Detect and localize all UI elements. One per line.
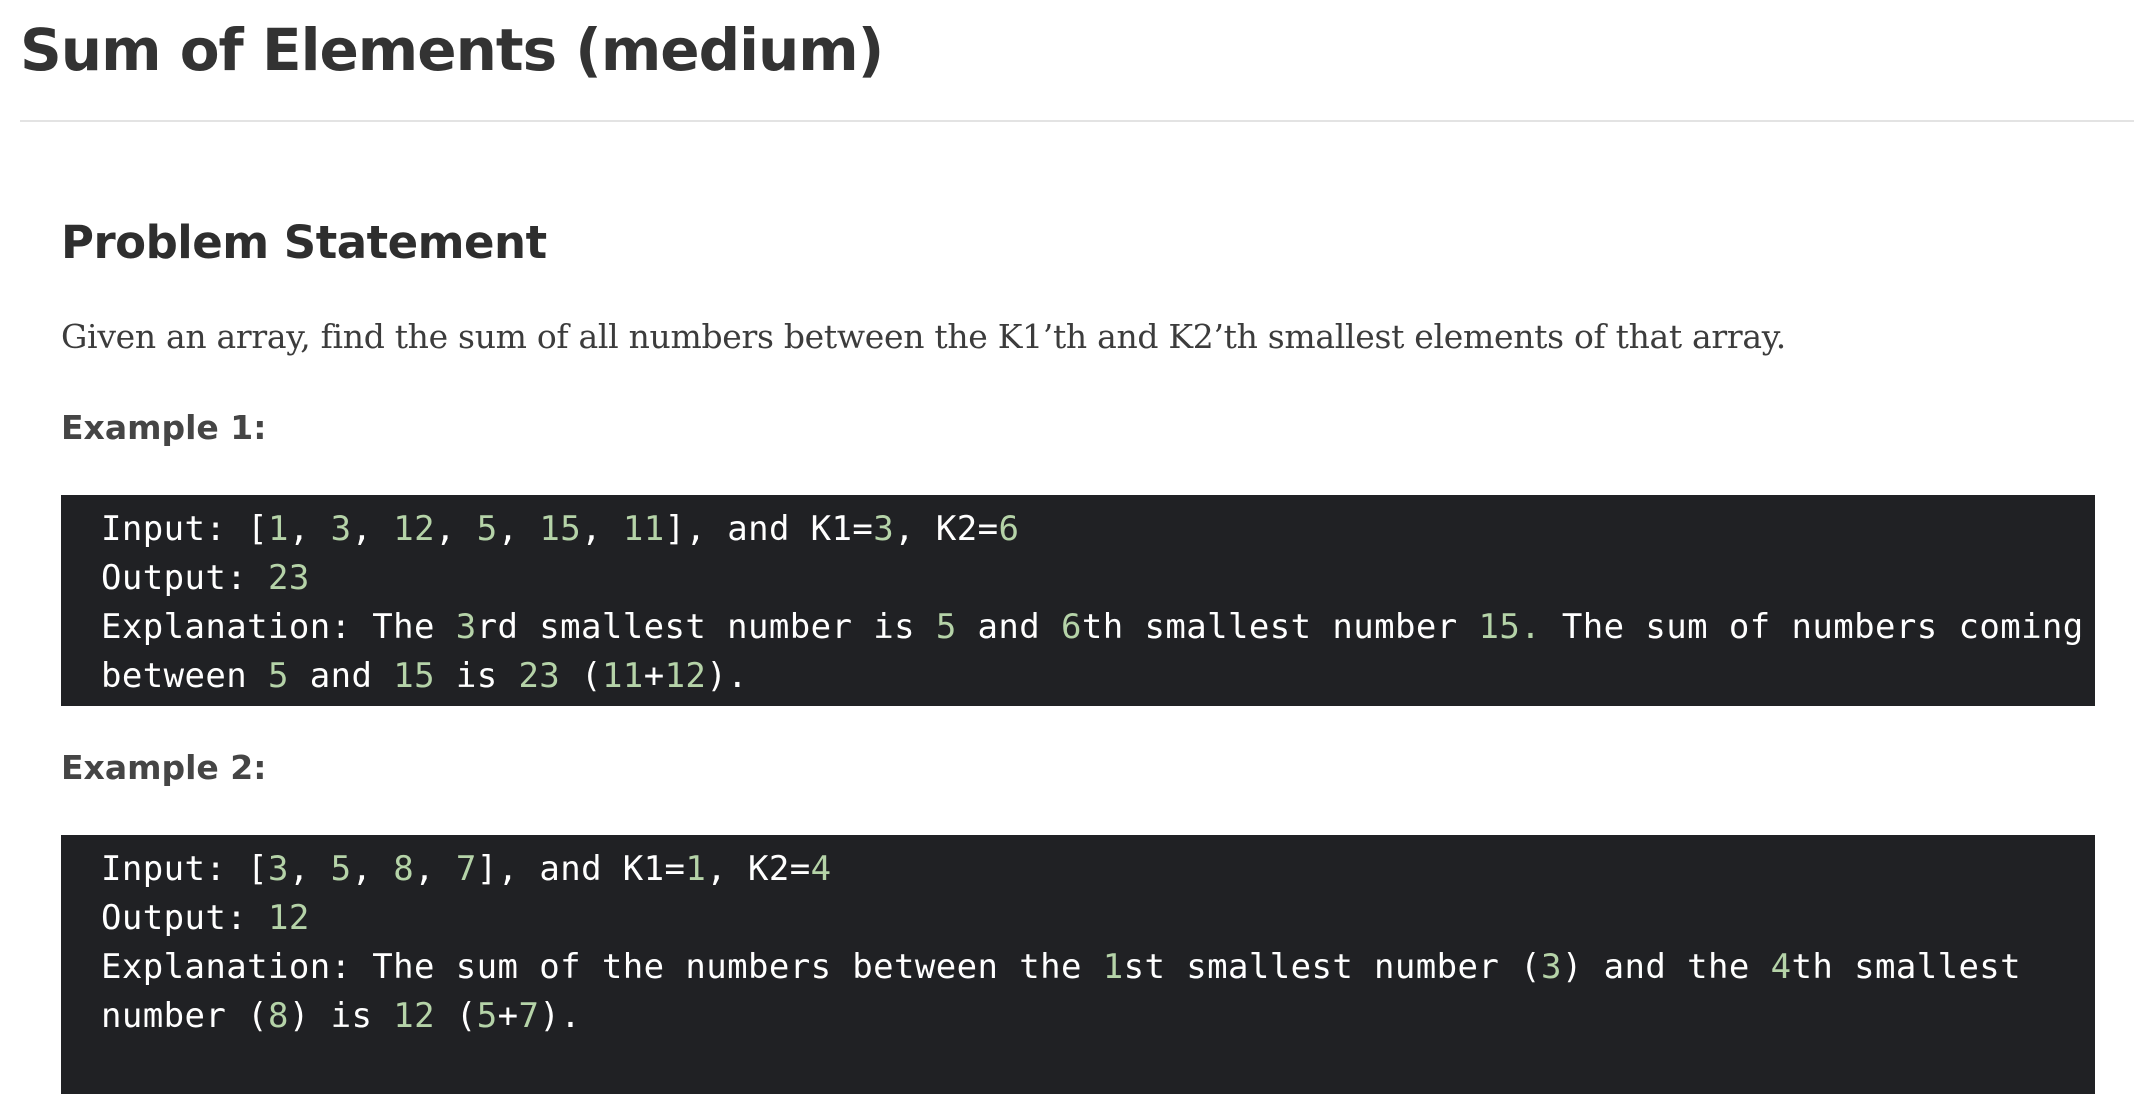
title-divider [20,120,2134,122]
code-text-token: , K2= [706,849,811,889]
code-text-token: , [581,509,623,549]
code-number-token: 6 [998,509,1020,549]
code-number-token: 5 [330,849,352,889]
code-number-token: 3 [873,509,895,549]
code-text-token: , [288,849,331,889]
code-number-token: 7 [518,996,540,1036]
code-line: Input: [3, 5, 8, 7], and K1=1, K2=4 [101,845,2055,894]
code-number-token: 15 [539,509,582,549]
code-number-token: 5 [935,607,957,647]
code-text-token: is [434,656,519,696]
code-number-token: 6 [1061,607,1082,647]
example-1-code-block: Input: [1, 3, 12, 5, 15, 11], and K1=3, … [61,495,2095,706]
code-number-token: 8 [267,996,289,1036]
code-text-token: number ( [101,996,268,1036]
example-1-heading: Example 1: [61,408,267,447]
code-line: number (8) is 12 (5+7). [101,992,2055,1041]
code-text-token: Input: [ [101,509,268,549]
code-number-token: 23 [518,656,561,696]
code-text-token: , [497,509,540,549]
code-text-token: st smallest number ( [1123,947,1542,987]
code-text-token: ). [539,996,582,1036]
code-number-token: 4 [1770,947,1792,987]
code-line: Output: 12 [101,894,2055,943]
code-text-token: Explanation: The sum of the numbers betw… [101,947,1103,987]
code-number-token: 7 [455,849,477,889]
code-number-token: 12 [393,509,435,549]
code-text-token: , [434,509,477,549]
code-number-token: 3 [1541,947,1562,987]
code-number-token: 15 [393,656,435,696]
code-number-token: 12 [393,996,435,1036]
page-title: Sum of Elements (medium) [20,16,884,84]
code-text-token: , [351,849,394,889]
code-number-token: 3 [267,849,289,889]
code-text-token: ) and the [1561,947,1771,987]
code-number-token: 3 [330,509,352,549]
code-text-token: ], and K1= [664,509,874,549]
code-number-token: 3 [455,607,477,647]
code-number-token: 5 [476,996,498,1036]
code-number-token: 1 [1102,947,1124,987]
code-text-token: between [101,656,268,696]
code-text-token: Output: [101,558,268,598]
code-number-token: 11 [601,656,644,696]
code-text-token: and [288,656,394,696]
code-text-token: Explanation: The [101,607,456,647]
code-number-token: 4 [810,849,832,889]
code-text-token: ). [706,656,749,696]
code-text-token: th smallest number [1081,607,1479,647]
code-text-token: Input: [ [101,849,268,889]
code-line: Explanation: The 3rd smallest number is … [101,603,2083,652]
code-line: Input: [1, 3, 12, 5, 15, 11], and K1=3, … [101,505,2055,554]
code-number-token: 1 [267,509,289,549]
code-text-token: ], and K1= [476,849,686,889]
code-text-token: , [288,509,331,549]
code-line: between 5 and 15 is 23 (11+12). [101,652,2055,701]
code-number-token: 5 [476,509,498,549]
code-text-token: , [414,849,456,889]
code-text-token: , [351,509,394,549]
code-line: Explanation: The sum of the numbers betw… [101,943,2055,992]
example-2-heading: Example 2: [61,748,267,787]
code-number-token: 1 [685,849,707,889]
code-text-token: rd smallest number is [476,607,936,647]
code-text-token: , K2= [894,509,999,549]
code-number-token: 11 [622,509,665,549]
code-text-token: ) is [288,996,394,1036]
problem-statement-heading: Problem Statement [61,216,547,269]
code-number-token: 12 [664,656,707,696]
code-number-token: 23 [267,558,310,598]
code-number-token: 8 [393,849,415,889]
code-text-token: ( [560,656,602,696]
code-text-token: + [497,996,519,1036]
code-text-token: The sum of numbers coming [1541,607,2084,647]
code-text-token: + [643,656,665,696]
code-number-token: 5 [267,656,289,696]
code-text-token: Output: [101,898,268,938]
code-line: Output: 23 [101,554,2055,603]
example-2-code-block: Input: [3, 5, 8, 7], and K1=1, K2=4 Outpu… [61,835,2095,1094]
code-number-token: 12 [267,898,310,938]
code-text-token: th smallest [1791,947,2022,987]
code-text-token: ( [434,996,477,1036]
code-text-token: and [956,607,1062,647]
problem-statement-text: Given an array, find the sum of all numb… [61,317,1786,356]
code-number-token: 15. [1478,607,1542,647]
